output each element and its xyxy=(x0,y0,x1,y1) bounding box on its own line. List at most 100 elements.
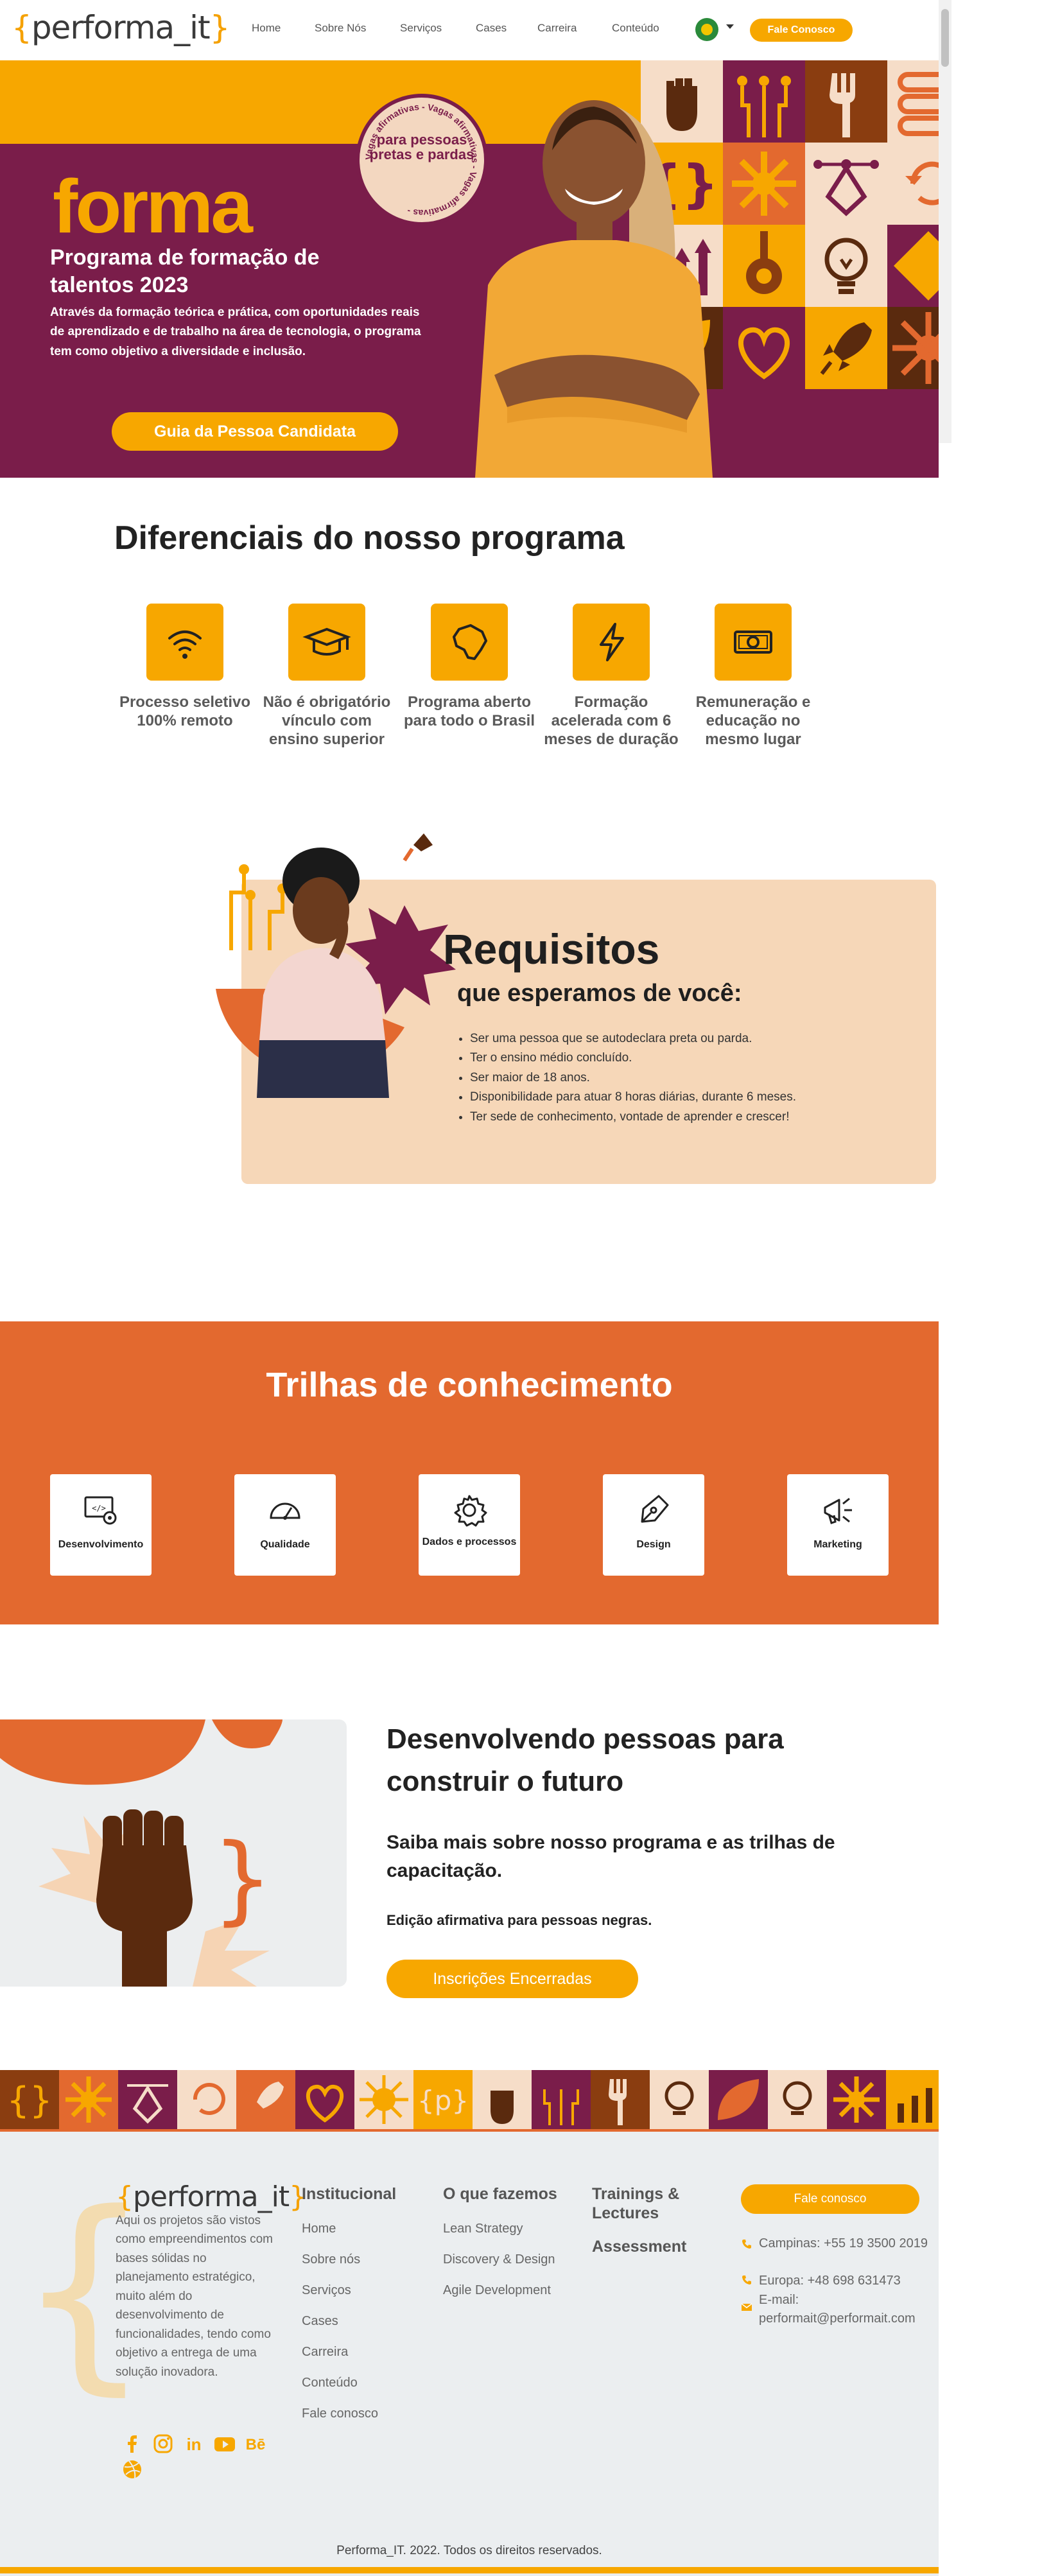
desenvolvendo-illustration-card: } xyxy=(0,1719,347,1987)
wifi-icon xyxy=(168,631,202,659)
behance-icon[interactable]: Bē xyxy=(244,2432,267,2455)
rocket-icon xyxy=(805,307,887,389)
guia-candidata-button[interactable]: Guia da Pessoa Candidata xyxy=(112,412,398,451)
list-item: Ter o ensino médio concluído. xyxy=(470,1049,796,1068)
svg-text:</>: </> xyxy=(92,1504,106,1513)
diff-label: Remuneração e educação no mesmo lugar xyxy=(695,693,811,748)
nav-conteudo[interactable]: Conteúdo xyxy=(612,22,659,35)
raised-fist-illustration: } xyxy=(0,1719,282,1987)
circuit-icon xyxy=(723,60,805,143)
dribbble-icon[interactable] xyxy=(121,2458,144,2481)
diff-icon-box xyxy=(146,604,223,681)
footer-fale-conosco-button[interactable]: Fale conosco xyxy=(741,2184,919,2214)
list-item: Disponibilidade para atuar 8 horas diári… xyxy=(470,1088,796,1107)
diff-label: Programa aberto para todo o Brasil xyxy=(403,693,535,729)
footer-link-agile[interactable]: Agile Development xyxy=(443,2283,551,2298)
track-card-design[interactable]: Design xyxy=(603,1474,704,1576)
requisitos-title: Requisitos xyxy=(443,925,660,973)
hero-big-word: forma xyxy=(53,164,253,249)
copyright: Performa_IT. 2022. Todos os direitos res… xyxy=(336,2544,602,2557)
trilhas-title: Trilhas de conhecimento xyxy=(266,1366,673,1404)
rocket-icon xyxy=(236,2070,295,2129)
sun-icon xyxy=(827,2070,886,2129)
hero-title: Programa de formação de talentos 2023 xyxy=(50,245,320,297)
footer-link-discovery[interactable]: Discovery & Design xyxy=(443,2252,555,2267)
growth-arrows-icon xyxy=(886,2070,939,2129)
footer-link-carreira[interactable]: Carreira xyxy=(302,2345,348,2360)
o-que-fazemos-heading: O que fazemos xyxy=(443,2185,557,2203)
edicao-afirmativa-text: Edição afirmativa para pessoas negras. xyxy=(387,1912,652,1928)
instagram-icon[interactable] xyxy=(152,2432,175,2455)
badge-text: para pessoas pretas e pardas xyxy=(369,132,474,163)
footer-link-sobre[interactable]: Sobre nós xyxy=(302,2252,360,2267)
hero-description: Através da formação teórica e prática, c… xyxy=(50,306,421,358)
nav-servicos[interactable]: Serviços xyxy=(400,22,442,35)
track-label: Dados e processos xyxy=(422,1536,517,1547)
money-icon xyxy=(734,631,772,654)
hero-section: forma Programa de formação de talentos 2… xyxy=(0,60,939,478)
footer-link-servicos[interactable]: Serviços xyxy=(302,2283,351,2298)
svg-text:in: in xyxy=(186,2435,201,2454)
sun-tile xyxy=(723,143,805,225)
scrollbar[interactable] xyxy=(939,0,951,443)
scrollbar-thumb[interactable] xyxy=(941,9,949,67)
footer-link-fale-conosco[interactable]: Fale conosco xyxy=(302,2406,378,2421)
gear-icon xyxy=(454,1495,487,1527)
footer-link-conteudo[interactable]: Conteúdo xyxy=(302,2376,358,2390)
track-card-marketing[interactable]: Marketing xyxy=(787,1474,889,1576)
track-card-dados[interactable]: Dados e processos xyxy=(419,1474,520,1576)
footer-link-lean[interactable]: Lean Strategy xyxy=(443,2222,523,2236)
footer-logo[interactable]: {performa_it} xyxy=(116,2180,307,2213)
lightning-icon xyxy=(600,623,624,661)
vagas-afirmativas-badge: Vagas afirmativas - Vagas afirmativas - … xyxy=(356,94,488,226)
track-card-desenvolvimento[interactable]: </> Desenvolvimento xyxy=(50,1474,152,1576)
refresh-icon xyxy=(177,2070,236,2129)
track-card-qualidade[interactable]: Qualidade xyxy=(234,1474,336,1576)
diff-label: Não é obrigatório vínculo com ensino sup… xyxy=(263,693,391,748)
nav-carreira[interactable]: Carreira xyxy=(537,22,577,35)
youtube-icon[interactable] xyxy=(213,2432,236,2455)
facebook-icon[interactable] xyxy=(121,2432,144,2455)
chevron-down-icon[interactable] xyxy=(726,24,734,29)
trainings-heading[interactable]: Trainings & Lectures xyxy=(592,2184,695,2223)
desenvolvendo-subtitle: Saiba mais sobre nosso programa e as tri… xyxy=(387,1832,835,1881)
diff-label: Processo seletivo 100% remoto xyxy=(119,693,251,729)
curly-braces-icon: {} xyxy=(0,2070,59,2129)
nav-home[interactable]: Home xyxy=(252,22,281,35)
track-label: Design xyxy=(636,1539,671,1550)
pen-tool-icon xyxy=(805,143,887,225)
list-item: Ser uma pessoa que se autodeclara preta … xyxy=(470,1029,796,1049)
pendulum-tile xyxy=(723,225,805,307)
books-icon xyxy=(887,60,939,143)
lightbulb-icon xyxy=(805,225,887,307)
language-flag-icon[interactable] xyxy=(695,18,718,41)
nav-sobre-nos[interactable]: Sobre Nós xyxy=(315,22,366,35)
diff-label: Formação acelerada com 6 meses de duraçã… xyxy=(544,693,679,748)
logo[interactable]: {performa_it} xyxy=(12,9,230,46)
pen-nib-icon xyxy=(641,1495,669,1523)
phone-icon xyxy=(742,2276,751,2284)
track-label: Desenvolvimento xyxy=(58,1539,144,1550)
pattern-strip: {} {p} xyxy=(0,2070,939,2129)
footer-link-cases[interactable]: Cases xyxy=(302,2314,338,2329)
nav-cases[interactable]: Cases xyxy=(476,22,507,35)
sun-icon xyxy=(723,143,805,225)
inscricoes-encerradas-button[interactable]: Inscrições Encerradas xyxy=(387,1960,638,1998)
refresh-icon xyxy=(887,143,939,225)
footer-link-home[interactable]: Home xyxy=(302,2222,336,2236)
code-braces-icon: {p} xyxy=(413,2070,473,2129)
burst-tile xyxy=(887,307,939,389)
fale-conosco-button[interactable]: Fale Conosco xyxy=(750,19,853,42)
heart-tile xyxy=(723,307,805,389)
diff-icon-box xyxy=(573,604,650,681)
fist-icon xyxy=(473,2070,532,2129)
requisitos-subtitle: que esperamos de você: xyxy=(457,980,742,1007)
svg-text:Bē: Bē xyxy=(246,2436,266,2453)
contact-europa: Europa: +48 698 631473 xyxy=(759,2274,901,2288)
diff-icon-box xyxy=(715,604,792,681)
assessment-heading[interactable]: Assessment xyxy=(592,2237,686,2256)
linkedin-icon[interactable]: in xyxy=(182,2432,205,2455)
requisitos-illustration xyxy=(216,833,456,1098)
fork-tile xyxy=(805,60,887,143)
fork-icon xyxy=(805,60,887,143)
